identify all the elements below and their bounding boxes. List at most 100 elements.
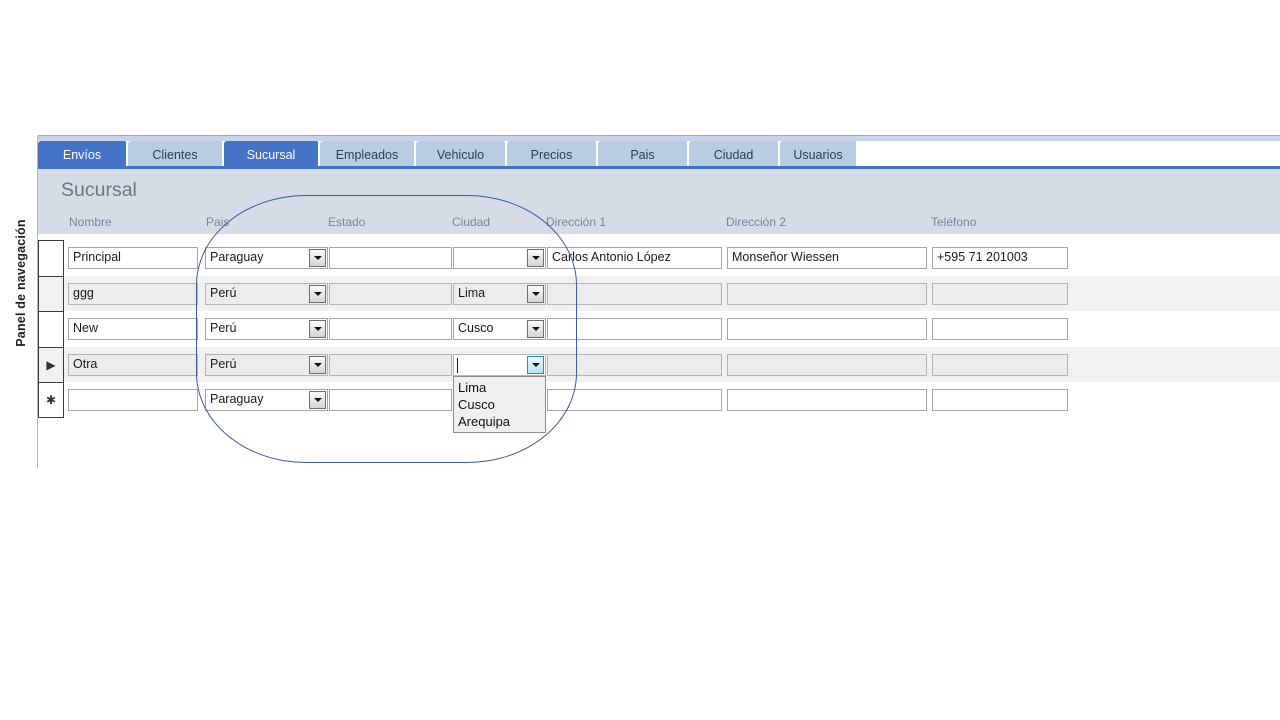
navigation-pane[interactable]: Panel de navegación: [0, 136, 38, 468]
textbox-nombre[interactable]: New: [68, 318, 198, 340]
textbox-direcci-n-2[interactable]: [727, 282, 927, 305]
cell-value: Perú: [210, 285, 237, 300]
chevron-down-icon[interactable]: [527, 284, 544, 303]
textbox-nombre[interactable]: Principal: [68, 247, 198, 269]
dropdown-option[interactable]: Lima: [454, 379, 545, 396]
textbox-estado[interactable]: [329, 282, 452, 305]
textbox-direcci-n-2[interactable]: [727, 389, 927, 411]
combobox-pais[interactable]: Paraguay: [205, 389, 328, 411]
textbox-nombre[interactable]: Otra: [68, 353, 198, 376]
cell-value: Paraguay: [210, 392, 264, 406]
chevron-down-glyph: [531, 256, 540, 260]
textbox-tel-fono[interactable]: [932, 318, 1068, 340]
tab-sucursal[interactable]: Sucursal: [224, 141, 320, 168]
combobox-ciudad[interactable]: [453, 247, 546, 269]
dropdown-option[interactable]: Arequipa: [454, 413, 545, 430]
tab-ciudad[interactable]: Ciudad: [689, 141, 780, 168]
cell-value: Perú: [210, 321, 237, 335]
chevron-down-icon[interactable]: [527, 355, 544, 374]
tab-label: Precios: [530, 147, 573, 162]
textbox-estado[interactable]: [329, 318, 452, 340]
textbox-direcci-n-1[interactable]: Carlos Antonio López: [547, 247, 722, 269]
chevron-down-icon[interactable]: [309, 284, 326, 303]
textbox-nombre[interactable]: [68, 389, 198, 411]
page-title: Sucursal: [61, 179, 137, 201]
chevron-down-glyph: [531, 291, 540, 296]
tab-label: Envíos: [62, 147, 102, 162]
chevron-down-glyph: [313, 256, 322, 260]
cell-value: +595 71 201003: [937, 250, 1028, 264]
table-row[interactable]: ▶ Otra Perú: [38, 346, 1280, 382]
column-header-nombre[interactable]: Nombre: [69, 215, 112, 229]
chevron-down-icon[interactable]: [309, 320, 326, 338]
textbox-estado[interactable]: [329, 247, 452, 269]
cell-value: ggg: [73, 285, 94, 300]
combobox-pais[interactable]: Perú: [205, 282, 328, 305]
textbox-direcci-n-1[interactable]: [547, 353, 722, 376]
column-header-estado[interactable]: Estado: [328, 215, 365, 229]
textbox-tel-fono[interactable]: +595 71 201003: [932, 247, 1068, 269]
tab-usuarios[interactable]: Usuarios: [780, 141, 858, 168]
tab-label: Pais: [630, 147, 655, 162]
textbox-direcci-n-1[interactable]: [547, 318, 722, 340]
chevron-down-icon[interactable]: [527, 320, 544, 338]
tab-pais[interactable]: Pais: [598, 141, 689, 168]
cell-value: Cusco: [458, 321, 494, 335]
row-selector[interactable]: [38, 240, 64, 276]
column-header-pais[interactable]: Pais: [206, 215, 229, 229]
combobox-ciudad[interactable]: Lima: [453, 282, 546, 305]
textbox-tel-fono[interactable]: [932, 389, 1068, 411]
tab-env-os[interactable]: Envíos: [38, 141, 128, 168]
chevron-down-icon[interactable]: [309, 355, 326, 374]
textbox-estado[interactable]: [329, 389, 452, 411]
textbox-direcci-n-1[interactable]: [547, 389, 722, 411]
cell-value: New: [73, 321, 99, 335]
row-selector[interactable]: [38, 275, 64, 311]
cell-value: Principal: [73, 250, 121, 264]
cell-value: Perú: [210, 356, 237, 371]
textbox-estado[interactable]: [329, 353, 452, 376]
tab-bar: Envíos Clientes Sucursal Empleados Vehiculo P…: [38, 141, 1280, 168]
new-record-marker-icon[interactable]: ✱: [38, 382, 64, 418]
combobox-pais[interactable]: Perú: [205, 353, 328, 376]
tab-label: Vehiculo: [436, 147, 485, 162]
chevron-down-icon[interactable]: [309, 249, 326, 267]
cell-value: Carlos Antonio López: [552, 250, 671, 264]
tab-label: Empleados: [335, 147, 399, 162]
chevron-down-glyph: [313, 327, 322, 331]
chevron-down-glyph: [531, 362, 540, 367]
chevron-down-icon[interactable]: [527, 249, 544, 267]
table-row[interactable]: ✱ Paraguay: [38, 382, 1280, 418]
tab-precios[interactable]: Precios: [507, 141, 598, 168]
dropdown-option[interactable]: Cusco: [454, 396, 545, 413]
textbox-tel-fono[interactable]: [932, 353, 1068, 376]
textbox-direcci-n-2[interactable]: [727, 353, 927, 376]
table-row[interactable]: New Perú Cusco: [38, 311, 1280, 347]
column-header-direcci-n-2[interactable]: Dirección 2: [726, 215, 786, 229]
tab-vehiculo[interactable]: Vehiculo: [416, 141, 507, 168]
column-header-ciudad[interactable]: Ciudad: [452, 215, 490, 229]
combobox-pais[interactable]: Paraguay: [205, 247, 328, 269]
access-form-window: Panel de navegación Envíos Clientes Sucurs…: [0, 0, 1280, 720]
combobox-ciudad[interactable]: [453, 353, 546, 376]
dropdown-list-ciudad[interactable]: Lima Cusco Arequipa: [453, 375, 546, 433]
form-header: Sucursal Nombre Pais Estado Ciudad Dirección…: [38, 169, 1280, 234]
textbox-tel-fono[interactable]: [932, 282, 1068, 305]
textbox-direcci-n-2[interactable]: [727, 318, 927, 340]
table-row[interactable]: ggg Perú Lima: [38, 275, 1280, 311]
column-header-tel-fono[interactable]: Teléfono: [931, 215, 976, 229]
tab-label: Sucursal: [246, 147, 296, 162]
combobox-pais[interactable]: Perú: [205, 318, 328, 340]
current-record-marker-icon[interactable]: ▶: [38, 346, 64, 382]
tab-empleados[interactable]: Empleados: [320, 141, 416, 168]
row-selector[interactable]: [38, 311, 64, 347]
textbox-nombre[interactable]: ggg: [68, 282, 198, 305]
tab-clientes[interactable]: Clientes: [128, 141, 224, 168]
chevron-down-glyph: [313, 398, 322, 402]
column-header-direcci-n-1[interactable]: Dirección 1: [546, 215, 606, 229]
textbox-direcci-n-1[interactable]: [547, 282, 722, 305]
chevron-down-icon[interactable]: [309, 391, 326, 409]
table-row[interactable]: Principal Paraguay Carlos Antonio López Mon…: [38, 240, 1280, 276]
combobox-ciudad[interactable]: Cusco: [453, 318, 546, 340]
textbox-direcci-n-2[interactable]: Monseñor Wiessen: [727, 247, 927, 269]
